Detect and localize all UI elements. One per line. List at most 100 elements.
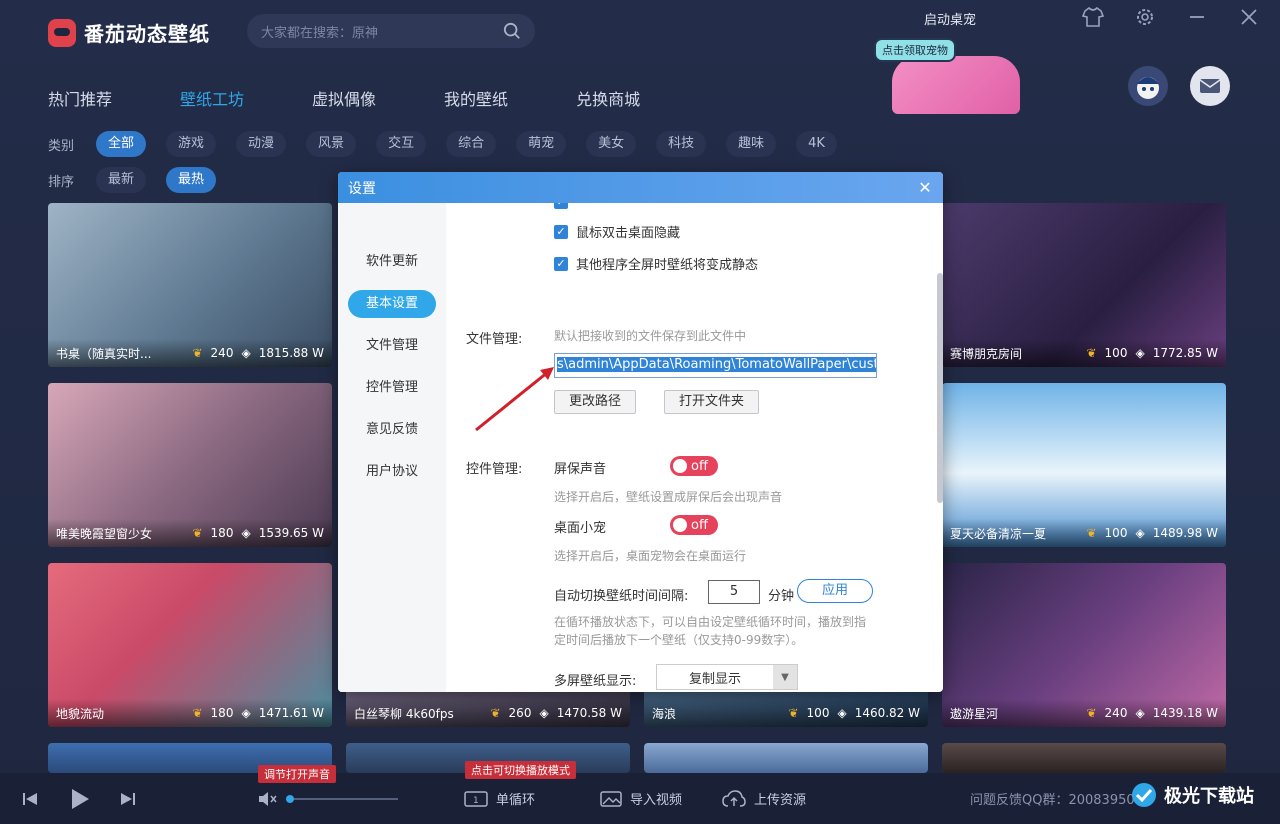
sidebar-item-basic[interactable]: 基本设置 bbox=[348, 290, 436, 318]
image-icon bbox=[600, 790, 622, 807]
search-placeholder: 大家都在搜索：原神 bbox=[261, 25, 379, 41]
auto-switch-hint-1: 在循环播放状态下，可以自由设定壁纸循环时间，播放到指 bbox=[554, 615, 867, 629]
sidebar-item-files[interactable]: 文件管理 bbox=[348, 332, 436, 360]
checkbox-hidden-row[interactable]: ✓ bbox=[554, 203, 568, 209]
svg-text:1: 1 bbox=[473, 796, 479, 806]
window-controls bbox=[1082, 6, 1260, 28]
volume-knob[interactable] bbox=[286, 794, 294, 803]
category-chip[interactable]: 动漫 bbox=[236, 131, 287, 157]
sort-filter: 排序 最新 最热 bbox=[48, 167, 236, 193]
feedback-group[interactable]: 问题反馈QQ群：200839500 bbox=[970, 773, 1143, 824]
cloud-upload-icon bbox=[722, 789, 746, 807]
wallpaper-card[interactable]: 遨游星河 ❦ 240 ◈ 1439.18 W bbox=[942, 563, 1226, 727]
wallpaper-card[interactable]: 书桌（随真实时... ❦ 240 ◈ 1815.88 W bbox=[48, 203, 332, 367]
drop-icon: ◈ bbox=[1135, 706, 1145, 720]
open-folder-button[interactable]: 打开文件夹 bbox=[664, 390, 760, 414]
scrollbar[interactable] bbox=[937, 273, 943, 503]
tab-hot[interactable]: 热门推荐 bbox=[48, 86, 112, 110]
pet-promo[interactable]: 点击领取宠物 bbox=[872, 34, 1028, 114]
checkbox[interactable]: ✓ bbox=[554, 224, 568, 239]
loop-mode-button[interactable]: 1 单循环 bbox=[464, 773, 535, 824]
multi-screen-label: 多屏壁纸显示: bbox=[554, 674, 637, 689]
wallpaper-card[interactable] bbox=[942, 743, 1226, 773]
tab-idol[interactable]: 虚拟偶像 bbox=[312, 86, 376, 110]
card-meta: 海浪 ❦ 100 ◈ 1460.82 W bbox=[644, 699, 928, 727]
category-chip[interactable]: 综合 bbox=[446, 131, 497, 157]
sort-chip-newest[interactable]: 最新 bbox=[96, 167, 147, 193]
multi-screen-value: 复制显示 bbox=[688, 671, 741, 687]
category-chip[interactable]: 全部 bbox=[96, 131, 147, 157]
checkbox[interactable]: ✓ bbox=[554, 203, 568, 209]
mail-icon[interactable] bbox=[1190, 66, 1230, 106]
checkbox[interactable]: ✓ bbox=[554, 256, 568, 271]
minimize-icon[interactable] bbox=[1186, 6, 1208, 28]
pet-illustration bbox=[892, 56, 1020, 114]
category-chip[interactable]: 萌宠 bbox=[516, 131, 567, 157]
next-icon[interactable] bbox=[120, 773, 136, 824]
wallpaper-card[interactable] bbox=[644, 743, 928, 773]
launch-pet-link[interactable]: 启动桌宠 bbox=[924, 9, 976, 28]
play-icon[interactable] bbox=[70, 773, 90, 824]
leaf-icon: ❦ bbox=[1086, 706, 1097, 720]
multi-screen-select[interactable]: 复制显示 ▼ bbox=[656, 664, 798, 690]
wallpaper-card[interactable]: 地貌流动 ❦ 180 ◈ 1471.61 W bbox=[48, 563, 332, 727]
sort-chip-hottest[interactable]: 最热 bbox=[166, 167, 217, 193]
category-chip[interactable]: 交互 bbox=[376, 131, 427, 157]
search-input[interactable]: 大家都在搜索：原神 bbox=[247, 14, 535, 48]
file-path-field[interactable]: s\admin\AppData\Roaming\TomatoWallPaper\… bbox=[554, 353, 877, 378]
wallpaper-card[interactable]: 唯美晚霞望窗少女 ❦ 180 ◈ 1539.65 W bbox=[48, 383, 332, 547]
control-section-label: 控件管理: bbox=[466, 462, 523, 477]
gear-icon[interactable] bbox=[1134, 6, 1156, 28]
change-path-button[interactable]: 更改路径 bbox=[554, 390, 637, 414]
chevron-down-icon[interactable]: ▼ bbox=[773, 665, 797, 689]
volume-slider[interactable] bbox=[286, 794, 398, 803]
tab-shop[interactable]: 兑换商城 bbox=[576, 86, 640, 110]
auto-switch-input[interactable]: 5 bbox=[708, 580, 760, 604]
category-chip[interactable]: 4K bbox=[796, 131, 837, 157]
checkbox-fullscreen-static[interactable]: ✓ 其他程序全屏时壁纸将变成静态 bbox=[554, 254, 758, 273]
category-filter: 类别 全部 游戏 动漫 风景 交互 综合 萌宠 美女 科技 趣味 4K bbox=[48, 131, 857, 157]
leaf-icon: ❦ bbox=[490, 706, 501, 720]
sidebar-item-controls[interactable]: 控件管理 bbox=[348, 374, 436, 402]
toggle-knob bbox=[673, 459, 687, 473]
close-icon[interactable] bbox=[1238, 6, 1260, 28]
tab-my-wallpaper[interactable]: 我的壁纸 bbox=[444, 86, 508, 110]
category-chip[interactable]: 科技 bbox=[656, 131, 707, 157]
drop-icon: ◈ bbox=[837, 706, 847, 720]
sidebar-item-update[interactable]: 软件更新 bbox=[348, 248, 436, 276]
desktop-pet-toggle[interactable]: off bbox=[670, 515, 718, 535]
category-chip[interactable]: 美女 bbox=[586, 131, 637, 157]
sidebar-item-agreement[interactable]: 用户协议 bbox=[348, 458, 436, 486]
wallpaper-card[interactable]: 赛博朋克房间 ❦ 100 ◈ 1772.85 W bbox=[942, 203, 1226, 367]
mute-icon[interactable] bbox=[258, 791, 278, 807]
loop-icon: 1 bbox=[464, 790, 488, 807]
toggle-knob bbox=[673, 518, 687, 532]
dialog-close-icon[interactable]: ✕ bbox=[917, 179, 933, 196]
wallpaper-card[interactable]: 夏天必备清凉一夏 ❦ 100 ◈ 1489.98 W bbox=[942, 383, 1226, 547]
checkbox-double-click-hide[interactable]: ✓ 鼠标双击桌面隐藏 bbox=[554, 222, 680, 241]
search-icon[interactable] bbox=[503, 22, 521, 40]
watermark: 极光下载站 bbox=[1130, 770, 1254, 820]
import-video-button[interactable]: 导入视频 bbox=[600, 773, 682, 824]
upload-label: 上传资源 bbox=[754, 793, 807, 808]
skin-icon[interactable] bbox=[1082, 6, 1104, 28]
mode-tooltip: 点击可切换播放模式 bbox=[465, 761, 576, 779]
upload-button[interactable]: 上传资源 bbox=[722, 773, 806, 824]
auto-switch-hint-2: 定时间后播放下一个壁纸（仅支持0-99数字）。 bbox=[554, 633, 804, 647]
category-chip[interactable]: 风景 bbox=[306, 131, 357, 157]
prev-icon[interactable] bbox=[22, 773, 38, 824]
player-bar: 1 单循环 导入视频 上传资源 问题反馈QQ群：200839500 bbox=[0, 773, 1280, 824]
tab-workshop[interactable]: 壁纸工坊 bbox=[180, 86, 244, 110]
category-chip[interactable]: 趣味 bbox=[726, 131, 777, 157]
apply-button[interactable]: 应用 bbox=[797, 579, 874, 603]
card-meta: 唯美晚霞望窗少女 ❦ 180 ◈ 1539.65 W bbox=[48, 519, 332, 547]
category-chip[interactable]: 游戏 bbox=[166, 131, 217, 157]
drop-icon: ◈ bbox=[241, 346, 251, 360]
card-meta: 地貌流动 ❦ 180 ◈ 1471.61 W bbox=[48, 699, 332, 727]
avatar[interactable] bbox=[1128, 66, 1168, 106]
file-hint: 默认把接收到的文件保存到此文件中 bbox=[554, 329, 747, 343]
screensaver-sound-toggle[interactable]: off bbox=[670, 456, 718, 476]
card-meta: 赛博朋克房间 ❦ 100 ◈ 1772.85 W bbox=[942, 339, 1226, 367]
drop-icon: ◈ bbox=[241, 706, 251, 720]
sidebar-item-feedback[interactable]: 意见反馈 bbox=[348, 416, 436, 444]
